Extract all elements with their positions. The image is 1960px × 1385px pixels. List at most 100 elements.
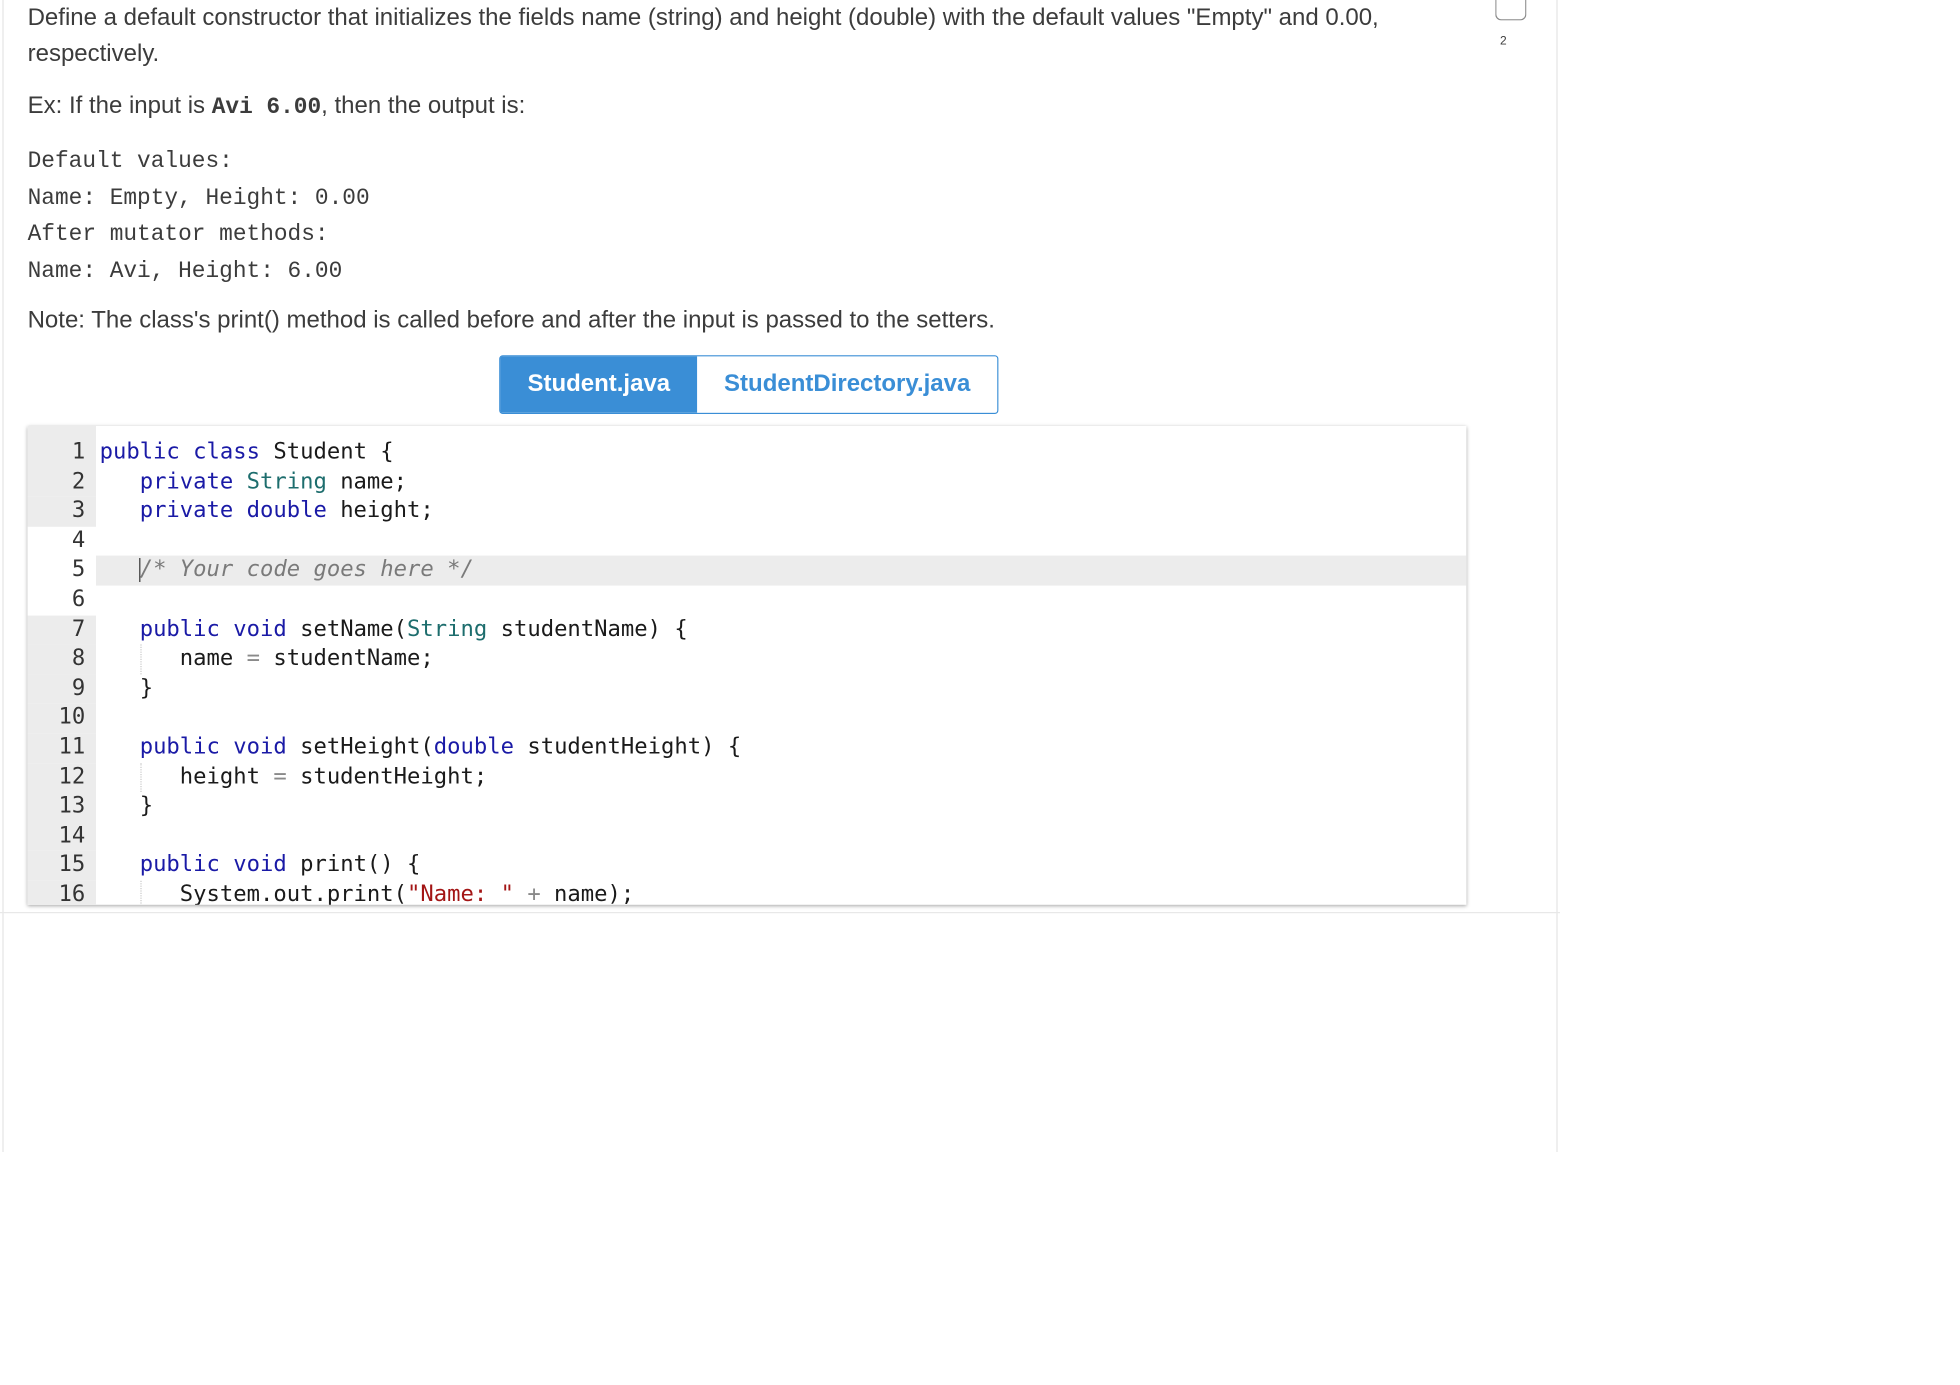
- code-line[interactable]: private String name;: [96, 468, 1466, 498]
- code-token: =: [246, 645, 261, 671]
- code-line[interactable]: }: [96, 674, 1466, 704]
- line-number: 15: [27, 851, 97, 881]
- code-line[interactable]: }: [96, 792, 1466, 822]
- content-area: Define a default constructor that initia…: [0, 0, 1561, 1154]
- code-token: /* Your code goes here */: [139, 557, 474, 583]
- code-token: }: [99, 793, 154, 819]
- code-area[interactable]: public class Student { private String na…: [96, 438, 1467, 905]
- code-token: print() {: [286, 852, 421, 878]
- code-token: String: [407, 616, 488, 642]
- page-number: 2: [1500, 34, 1507, 48]
- code-line[interactable]: [96, 704, 1466, 734]
- line-number: 5: [71, 557, 86, 583]
- code-token: void: [233, 616, 287, 642]
- code-token: studentName) {: [487, 616, 688, 642]
- code-line[interactable]: public void print() {: [96, 851, 1466, 881]
- line-number: 3: [27, 497, 97, 527]
- code-line[interactable]: System.out.print("Name: " + name);: [96, 880, 1466, 905]
- sample-output: Default values: Name: Empty, Height: 0.0…: [28, 143, 370, 290]
- code-token: private: [139, 468, 234, 494]
- code-token: public: [99, 439, 180, 465]
- content-left-border: [2, 0, 4, 1152]
- code-line[interactable]: public void setHeight(double studentHeig…: [96, 733, 1466, 763]
- example-prefix: Ex: If the input is: [27, 92, 212, 119]
- code-line[interactable]: height = studentHeight;: [96, 762, 1466, 793]
- code-token: name;: [326, 468, 408, 494]
- page-icon[interactable]: [1495, 0, 1527, 21]
- example-input: Avi 6.00: [211, 93, 322, 121]
- code-token: double: [433, 734, 514, 760]
- code-line[interactable]: [96, 586, 1466, 616]
- code-token: double: [246, 498, 327, 524]
- code-token: void: [233, 734, 287, 760]
- code-line[interactable]: public void setName(String studentName) …: [96, 615, 1466, 645]
- instructions-line-2: respectively.: [27, 40, 160, 68]
- indent-guide: [140, 644, 142, 675]
- tab-student-directory-java[interactable]: StudentDirectory.java: [697, 356, 998, 413]
- note-text: Note: The class's print() method is call…: [27, 307, 995, 334]
- line-number: 8: [27, 644, 97, 675]
- code-token: class: [193, 439, 261, 465]
- line-number: 2: [27, 467, 97, 498]
- bottom-divider: [0, 912, 1561, 914]
- content-right-border: [1556, 0, 1558, 1152]
- line-number: 13: [27, 792, 97, 822]
- sample-output-line: After mutator methods:: [27, 221, 329, 248]
- line-number: 1: [27, 438, 97, 468]
- example-text: Ex: If the input is Avi 6.00, then the o…: [28, 88, 526, 125]
- instructions-line-1: Define a default constructor that initia…: [27, 4, 1379, 32]
- code-token: }: [99, 675, 154, 701]
- line-number: 4: [71, 527, 86, 553]
- code-token: setHeight(: [286, 734, 434, 760]
- code-token: studentHeight;: [286, 763, 488, 790]
- code-line[interactable]: [96, 822, 1466, 852]
- line-number: 16: [27, 880, 97, 905]
- code-token: name: [99, 645, 247, 671]
- code-token: height;: [326, 498, 434, 524]
- code-editor[interactable]: 1 2 3 4 5 6 7 8 9 10 11 12 13 14 15 16 public class Stu…: [27, 426, 1467, 905]
- page: Define a default constructor that initia…: [0, 0, 1960, 1385]
- code-token: public: [139, 852, 220, 878]
- tab-student-java[interactable]: Student.java: [500, 356, 698, 413]
- code-token: +: [527, 881, 541, 905]
- code-token: String: [246, 468, 327, 494]
- indent-guide: [140, 880, 142, 905]
- line-number: 12: [27, 762, 97, 793]
- code-token: "Name: ": [407, 881, 514, 905]
- code-line[interactable]: /* Your code goes here */: [96, 556, 1467, 586]
- code-token: public: [139, 734, 220, 760]
- code-token: studentName;: [260, 645, 434, 671]
- example-suffix: , then the output is:: [321, 92, 526, 119]
- code-line[interactable]: [96, 527, 1466, 557]
- line-number-gutter: 1 2 3 4 5 6 7 8 9 10 11 12 13 14 15 16: [27, 426, 97, 905]
- line-number: 7: [27, 615, 97, 645]
- code-token: private: [139, 498, 234, 524]
- code-token: public: [139, 616, 220, 642]
- line-number: 9: [27, 674, 97, 704]
- line-number: 10: [27, 703, 97, 734]
- code-token: setName(: [286, 616, 408, 642]
- code-line[interactable]: public class Student {: [96, 438, 1466, 468]
- sample-output-line: Name: Avi, Height: 6.00: [27, 257, 343, 285]
- code-token: System.out.print(: [99, 881, 408, 905]
- sample-output-line: Default values:: [27, 147, 233, 174]
- indent-guide: [140, 762, 142, 793]
- file-tabs: Student.java StudentDirectory.java: [499, 355, 999, 415]
- code-line[interactable]: private double height;: [96, 497, 1466, 527]
- code-token: void: [233, 852, 287, 878]
- code-line[interactable]: name = studentName;: [96, 644, 1466, 675]
- line-number: 11: [27, 733, 97, 763]
- code-token: name);: [540, 881, 635, 905]
